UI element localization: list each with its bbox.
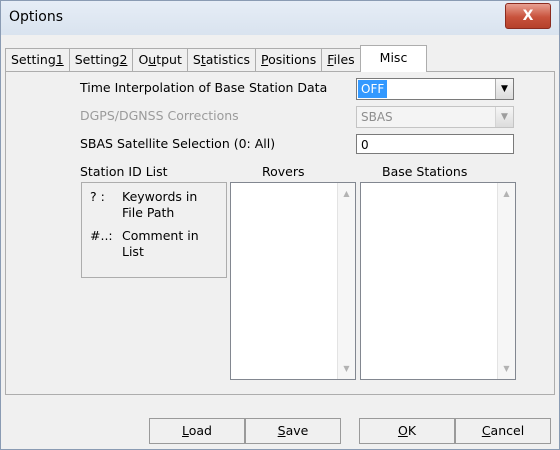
hint-comment-symbol: #..: <box>90 228 113 243</box>
dgps-corrections-select: SBAS ▼ <box>356 106 514 128</box>
keyword-hint-box: ? : Keywords in File Path #..: Comment i… <box>81 182 227 278</box>
hint-comment-text-1: Comment in <box>122 228 199 243</box>
load-button[interactable]: Load <box>149 418 245 444</box>
hint-keyword-text-1: Keywords in <box>122 189 198 204</box>
dgps-corrections-label: DGPS/DGNSS Corrections <box>80 108 239 123</box>
dialog-client-area: Setting1 Setting2 Output Statistics Posi… <box>1 35 559 449</box>
base-stations-scrollbar[interactable]: ▲ ▼ <box>497 183 515 379</box>
dgps-corrections-value: SBAS <box>361 110 393 124</box>
time-interpolation-select[interactable]: OFF ▼ <box>356 78 514 100</box>
chevron-down-icon: ▼ <box>495 107 513 127</box>
save-button[interactable]: Save <box>245 418 341 444</box>
scroll-down-arrow-icon[interactable]: ▼ <box>498 364 515 373</box>
title-bar[interactable]: Options X <box>1 1 559 35</box>
options-window: Options X Setting1 Setting2 Output Stati… <box>0 0 560 450</box>
tab-strip: Setting1 Setting2 Output Statistics Posi… <box>5 45 428 72</box>
rovers-scrollbar[interactable]: ▲ ▼ <box>337 183 355 379</box>
ok-button[interactable]: OK <box>359 418 455 444</box>
rovers-label: Rovers <box>262 164 305 179</box>
misc-tab-panel: Time Interpolation of Base Station Data … <box>5 71 555 395</box>
tab-setting2[interactable]: Setting2 <box>68 48 134 71</box>
cancel-button[interactable]: Cancel <box>455 418 551 444</box>
close-button[interactable]: X <box>505 3 551 29</box>
base-stations-label: Base Stations <box>382 164 468 179</box>
time-interpolation-value: OFF <box>358 80 388 98</box>
tab-statistics[interactable]: Statistics <box>186 48 257 71</box>
hint-comment-text-2: List <box>122 244 144 259</box>
chevron-down-icon[interactable]: ▼ <box>495 79 513 99</box>
station-id-list-label: Station ID List <box>80 164 168 179</box>
base-stations-list[interactable]: ▲ ▼ <box>360 182 516 380</box>
tab-output[interactable]: Output <box>132 48 188 71</box>
tab-setting1[interactable]: Setting1 <box>5 48 70 71</box>
scroll-up-arrow-icon[interactable]: ▲ <box>338 189 355 198</box>
close-icon: X <box>522 8 534 24</box>
hint-keyword-symbol: ? : <box>90 189 105 204</box>
scroll-down-arrow-icon[interactable]: ▼ <box>338 364 355 373</box>
window-title: Options <box>9 9 64 25</box>
hint-keyword-text-2: File Path <box>122 205 175 220</box>
sbas-selection-input[interactable]: 0 <box>356 134 514 154</box>
rovers-list[interactable]: ▲ ▼ <box>230 182 356 380</box>
tab-files[interactable]: Files <box>321 48 361 71</box>
time-interpolation-label: Time Interpolation of Base Station Data <box>80 80 328 95</box>
tab-positions[interactable]: Positions <box>255 48 323 71</box>
scroll-up-arrow-icon[interactable]: ▲ <box>498 189 515 198</box>
tab-misc[interactable]: Misc <box>359 45 428 72</box>
sbas-selection-label: SBAS Satellite Selection (0: All) <box>80 136 276 151</box>
